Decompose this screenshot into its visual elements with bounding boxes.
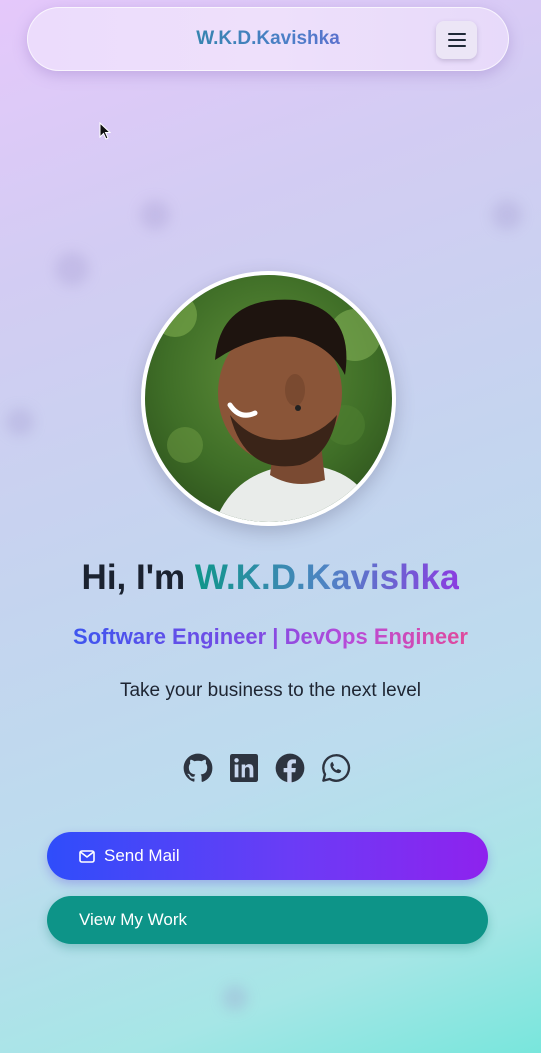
profile-photo [145,275,392,522]
hero-greeting: Hi, I'm W.K.D.Kavishka [0,558,541,598]
greeting-prefix: Hi, I'm [81,558,195,597]
view-work-button[interactable]: View My Work [47,896,488,944]
linkedin-icon [230,754,258,782]
send-mail-button[interactable]: Send Mail [47,832,488,880]
mouse-cursor-icon [99,122,111,140]
background-decoration [492,200,522,230]
background-decoration [140,200,170,230]
facebook-link[interactable] [275,753,305,783]
hero-tagline: Take your business to the next level [119,680,421,701]
roles-text: Software Engineer | DevOps Engineer [73,624,468,649]
view-work-label: View My Work [79,910,188,929]
hamburger-menu-icon [447,33,466,47]
background-decoration [6,408,34,436]
facebook-icon [275,753,305,783]
background-decoration [55,252,89,286]
hero-name: W.K.D.Kavishka [194,558,460,597]
social-links [183,753,353,785]
navbar: W.K.D.Kavishka [27,7,509,71]
background-decoration [222,985,248,1011]
menu-button[interactable] [436,21,477,59]
github-link[interactable] [183,753,213,783]
linkedin-link[interactable] [229,753,259,783]
profile-avatar [141,271,396,526]
whatsapp-link[interactable] [321,753,351,783]
whatsapp-icon [322,754,351,782]
github-icon [183,753,213,782]
send-mail-label: Send Mail [104,846,180,865]
hero-roles: Software Engineer | DevOps Engineer [0,624,541,650]
mail-icon [79,849,95,863]
